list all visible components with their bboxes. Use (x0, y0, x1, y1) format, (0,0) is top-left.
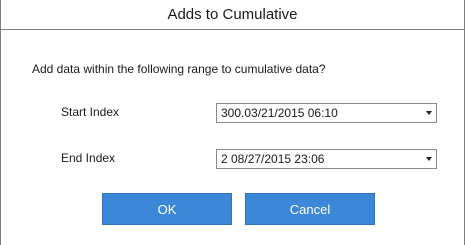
adds-to-cumulative-dialog: Adds to Cumulative Add data within the f… (0, 0, 465, 245)
dialog-prompt: Add data within the following range to c… (32, 62, 326, 76)
dialog-title: Adds to Cumulative (1, 0, 464, 30)
chevron-down-icon[interactable] (422, 104, 436, 122)
end-index-value: 2 08/27/2015 23:06 (221, 152, 325, 166)
start-index-label: Start Index (61, 105, 120, 119)
ok-button[interactable]: OK (102, 193, 232, 225)
chevron-down-icon[interactable] (422, 150, 436, 168)
start-index-value: 300.03/21/2015 06:10 (221, 106, 338, 120)
start-index-select[interactable]: 300.03/21/2015 06:10 (216, 103, 437, 123)
end-index-select[interactable]: 2 08/27/2015 23:06 (216, 149, 437, 169)
end-index-label: End Index (61, 151, 116, 165)
cancel-button[interactable]: Cancel (245, 193, 375, 225)
